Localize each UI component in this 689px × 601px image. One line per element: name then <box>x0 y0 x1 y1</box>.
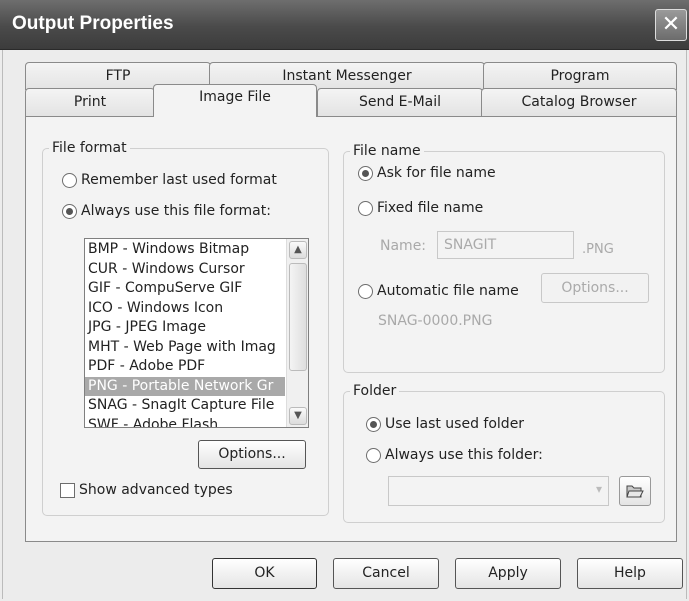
radio-label: Remember last used format <box>81 172 277 188</box>
tab-program[interactable]: Program <box>483 62 677 90</box>
radio-icon <box>358 283 373 299</box>
list-item[interactable]: GIF - CompuServe GIF <box>85 279 285 299</box>
radio-label: Always use this file format: <box>81 203 271 219</box>
list-item[interactable]: JPG - JPEG Image <box>85 318 285 338</box>
auto-name-preview: SNAG-0000.PNG <box>378 313 493 329</box>
button-label: OK <box>254 565 275 581</box>
list-item[interactable]: SWF - Adobe Flash <box>85 416 285 428</box>
extension-label: .PNG <box>582 242 614 257</box>
auto-name-options-button[interactable]: Options... <box>541 273 649 303</box>
radio-remember-last-format[interactable]: Remember last used format <box>62 172 277 188</box>
apply-button[interactable]: Apply <box>455 558 561 589</box>
folder-open-icon <box>626 485 644 498</box>
help-button[interactable]: Help <box>577 558 683 589</box>
list-item[interactable]: SNAG - SnagIt Capture File <box>85 396 285 416</box>
file-format-listbox[interactable]: BMP - Windows Bitmap CUR - Windows Curso… <box>84 238 309 428</box>
radio-ask-for-file-name[interactable]: Ask for file name <box>358 165 496 181</box>
browse-folder-button[interactable] <box>619 476 651 506</box>
file-format-legend: File format <box>52 140 127 156</box>
radio-label: Automatic file name <box>377 283 519 299</box>
tab-label: Image File <box>199 89 271 105</box>
show-advanced-types-checkbox[interactable]: Show advanced types <box>60 482 233 498</box>
button-label: Cancel <box>362 565 410 581</box>
field-value: SNAGIT <box>444 237 497 253</box>
list-item[interactable]: PDF - Adobe PDF <box>85 357 285 377</box>
radio-icon <box>366 447 381 463</box>
checkbox-icon <box>60 482 75 498</box>
radio-fixed-file-name[interactable]: Fixed file name <box>358 200 483 216</box>
close-button[interactable]: ✕ <box>655 9 687 41</box>
list-item-selected[interactable]: PNG - Portable Network Gr <box>85 376 285 396</box>
format-options-button[interactable]: Options... <box>198 440 306 469</box>
radio-label: Fixed file name <box>377 200 484 216</box>
list-item[interactable]: BMP - Windows Bitmap <box>85 240 285 260</box>
button-label: Apply <box>488 565 528 581</box>
ok-button[interactable]: OK <box>212 558 317 589</box>
tab-catalog-browser[interactable]: Catalog Browser <box>481 88 677 116</box>
radio-label: Ask for file name <box>377 165 496 181</box>
close-icon: ✕ <box>661 12 681 37</box>
folder-select[interactable]: ▾ <box>388 476 609 506</box>
radio-label: Use last used folder <box>385 416 525 432</box>
list-item[interactable]: ICO - Windows Icon <box>85 299 285 319</box>
radio-label: Always use this folder: <box>385 447 543 463</box>
radio-automatic-file-name[interactable]: Automatic file name <box>358 283 519 299</box>
tab-send-email[interactable]: Send E-Mail <box>317 88 483 116</box>
radio-always-use-folder[interactable]: Always use this folder: <box>366 447 543 463</box>
tab-image-file[interactable]: Image File <box>153 84 317 117</box>
button-label: Help <box>614 565 646 581</box>
radio-use-last-folder[interactable]: Use last used folder <box>366 416 524 432</box>
radio-icon <box>358 200 373 216</box>
tab-label: Instant Messenger <box>282 68 412 84</box>
tab-label: Print <box>73 94 107 110</box>
scroll-up-icon[interactable]: ▲ <box>289 241 307 259</box>
checkbox-label: Show advanced types <box>79 482 233 498</box>
list-item[interactable]: MHT - Web Page with Imag <box>85 338 285 358</box>
window-title: Output Properties <box>12 13 174 34</box>
list-item[interactable]: CUR - Windows Cursor <box>85 260 285 280</box>
radio-icon <box>358 165 373 181</box>
cancel-button[interactable]: Cancel <box>333 558 439 589</box>
tab-label: Catalog Browser <box>521 94 637 110</box>
radio-icon <box>62 203 77 219</box>
radio-icon <box>62 172 77 188</box>
scroll-thumb[interactable] <box>289 263 307 371</box>
tab-label: FTP <box>105 68 131 84</box>
button-label: Options... <box>218 446 286 462</box>
title-bar: Output Properties ✕ <box>0 0 689 50</box>
tab-label: Program <box>550 68 610 84</box>
scroll-down-icon[interactable]: ▼ <box>289 407 307 425</box>
tab-print[interactable]: Print <box>25 88 155 116</box>
listbox-scrollbar[interactable]: ▲ ▼ <box>286 239 308 427</box>
tab-label: Send E-Mail <box>358 94 442 110</box>
folder-legend: Folder <box>353 383 397 399</box>
radio-icon <box>366 416 381 432</box>
file-name-legend: File name <box>353 143 421 159</box>
fixed-name-field[interactable]: SNAGIT <box>437 231 574 259</box>
button-label: Options... <box>561 280 629 296</box>
name-label: Name: <box>380 238 427 254</box>
radio-always-use-format[interactable]: Always use this file format: <box>62 203 271 219</box>
chevron-down-icon: ▾ <box>595 482 602 496</box>
